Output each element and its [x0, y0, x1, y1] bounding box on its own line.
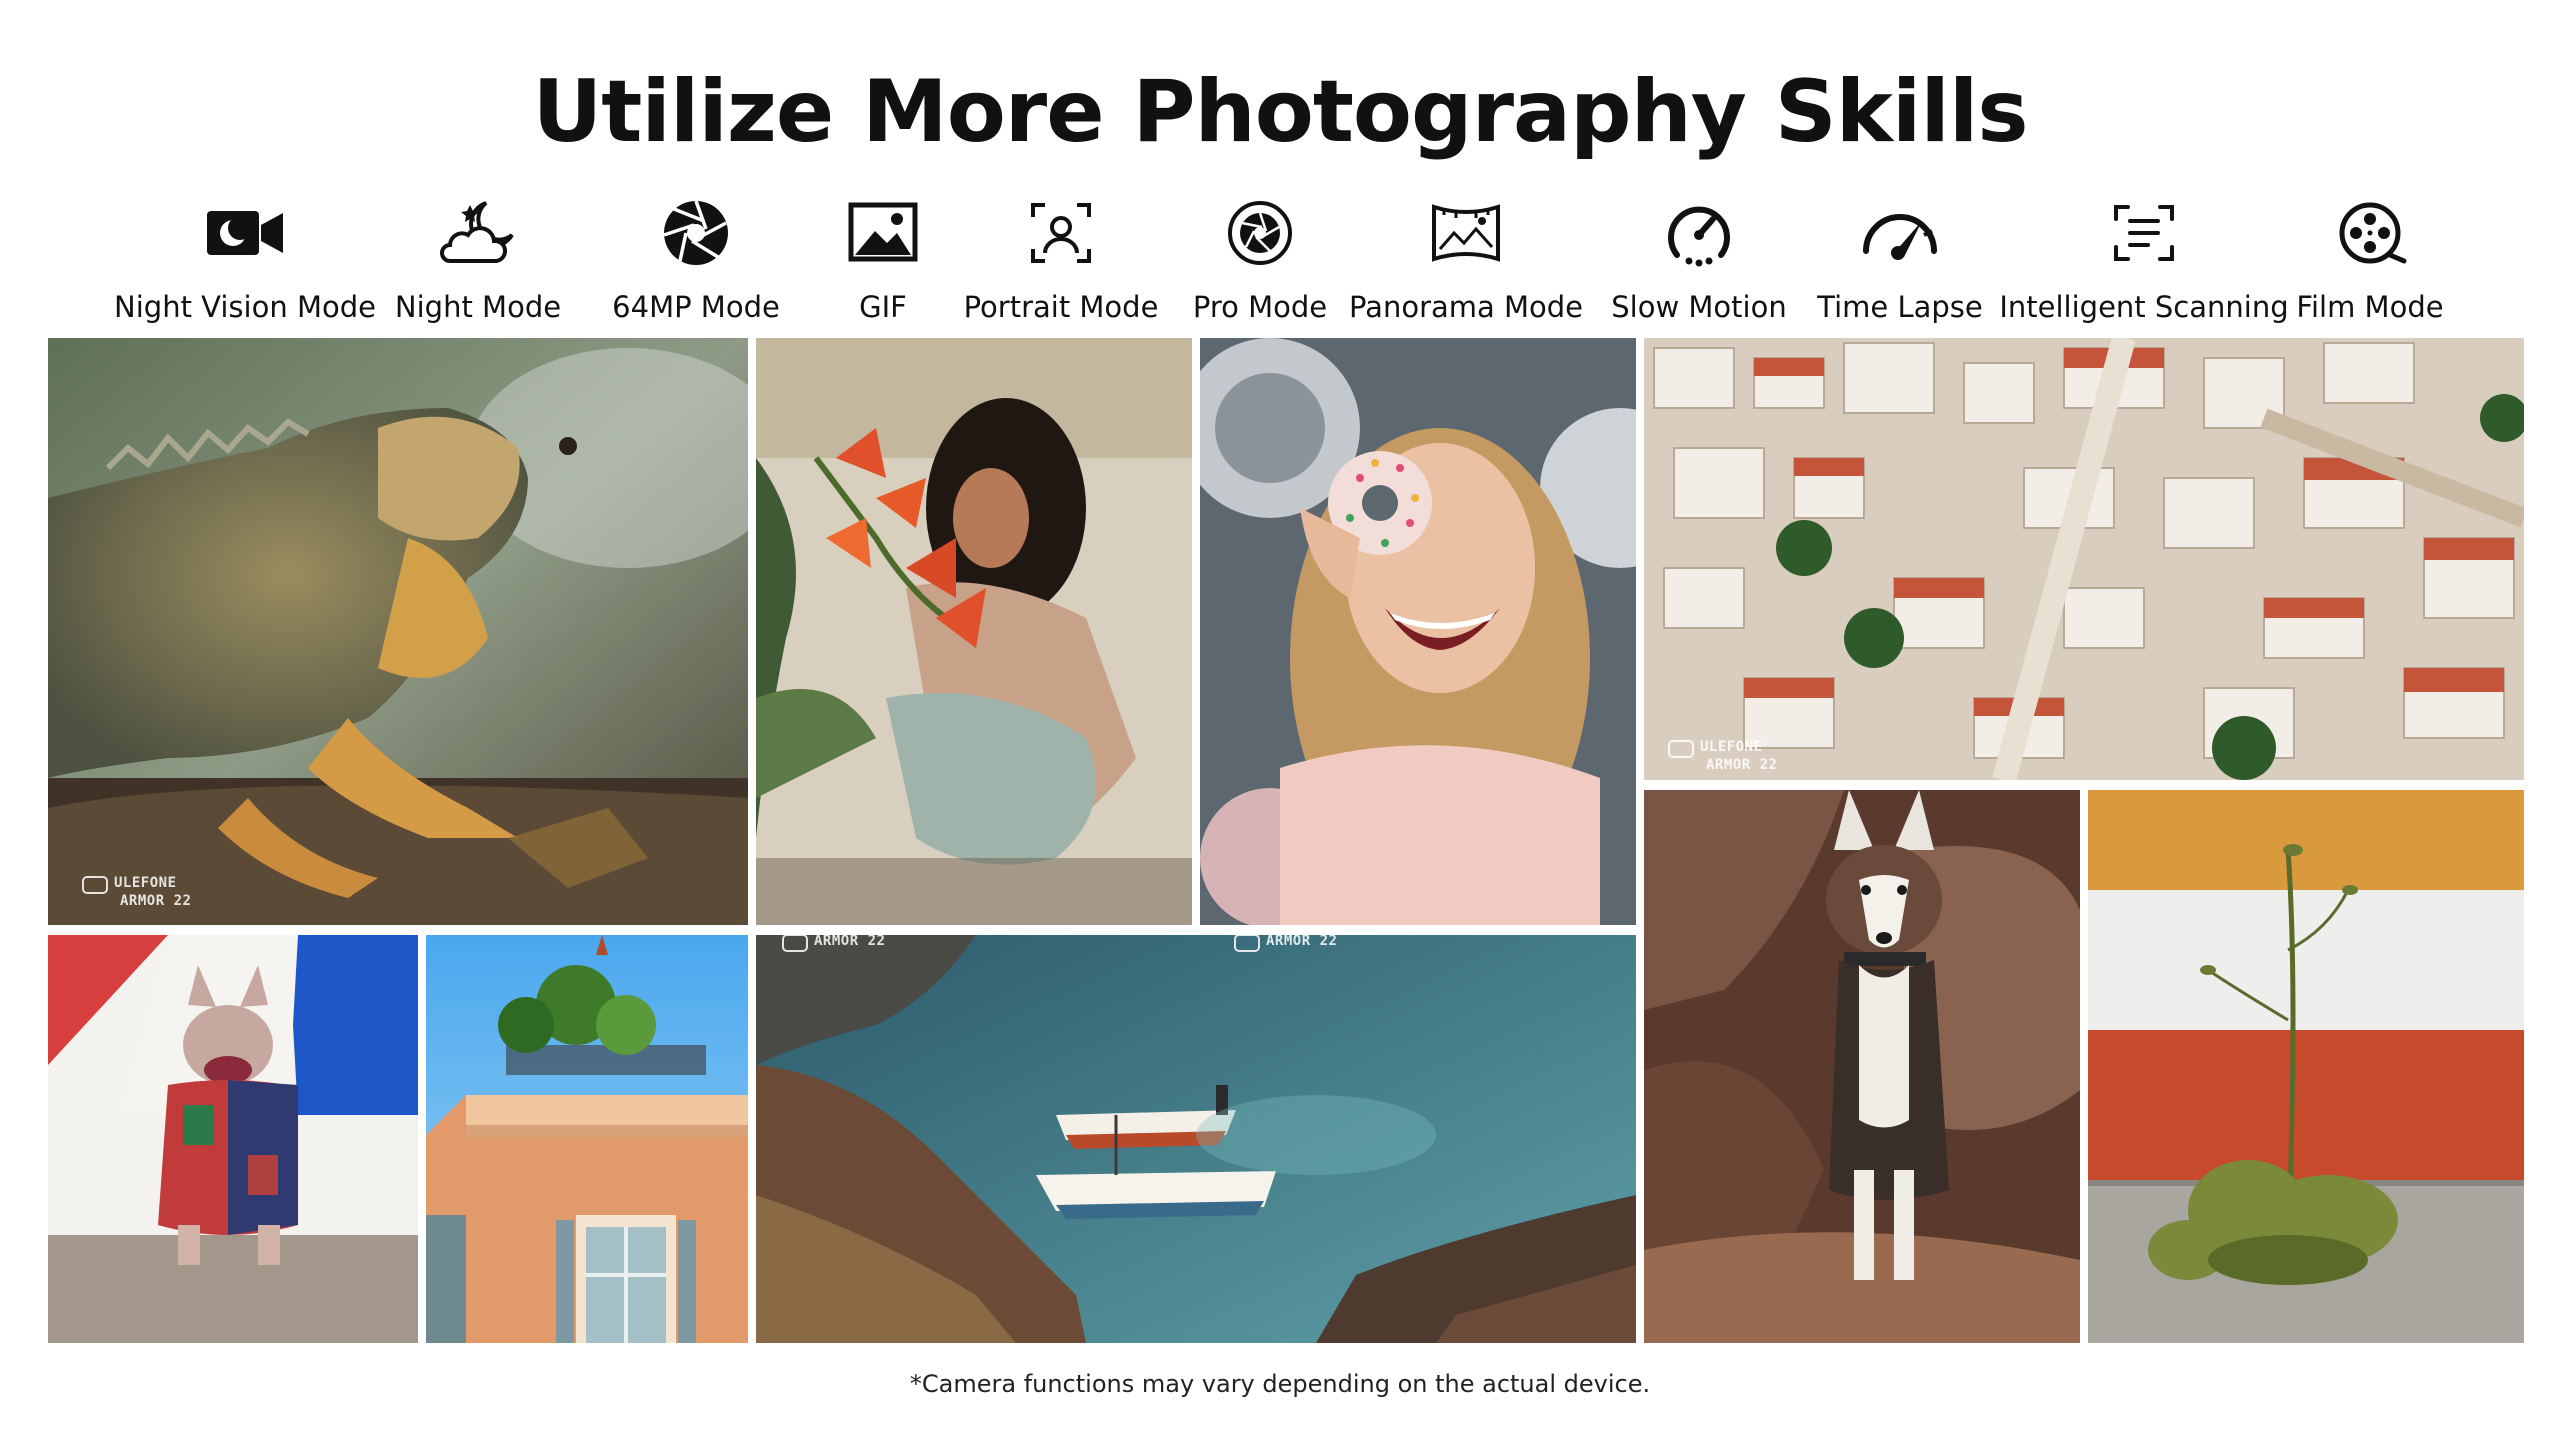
photo-iguana: ULEFONE ARMOR 22	[48, 338, 748, 925]
watermark: ULEFONE ARMOR 22	[82, 876, 191, 909]
moon-cloud-icon	[440, 201, 514, 263]
shutter-icon	[1228, 201, 1292, 265]
disclaimer-footnote: *Camera functions may vary depending on …	[909, 1370, 1651, 1398]
night-vision-camera-icon	[207, 211, 283, 255]
photo-boats-cove: ARMOR 22 ARMOR 22	[756, 935, 1636, 1343]
watermark: ULEFONE ARMOR 22	[1668, 740, 1777, 773]
watermark: ARMOR 22	[782, 935, 885, 952]
photo-building	[426, 935, 748, 1343]
aperture-icon	[663, 200, 728, 265]
photo-woman-donut	[1200, 338, 1636, 925]
scan-frame-icon	[2114, 205, 2174, 261]
slow-motion-dial-icon	[1668, 206, 1730, 267]
camera-badge-icon	[82, 876, 108, 894]
speed-gauge-icon	[1863, 214, 1937, 260]
photo-aerial-town: ULEFONE ARMOR 22	[1644, 338, 2524, 780]
panorama-icon	[1432, 204, 1500, 262]
camera-badge-icon	[1668, 740, 1694, 758]
camera-badge-icon	[782, 935, 808, 952]
photo-woman-flowers	[756, 338, 1192, 925]
film-reel-icon	[2339, 202, 2407, 264]
camera-badge-icon	[1234, 935, 1260, 952]
photo-plant-wall	[2088, 790, 2524, 1343]
mode-label: Film Mode	[2296, 290, 2444, 324]
photo-bulldog	[48, 935, 418, 1343]
photo-dog-rocks	[1644, 790, 2080, 1343]
portrait-frame-icon	[1031, 203, 1091, 263]
camera-modes-row: Night Vision Mode Night Mode 64MP Mode G…	[0, 195, 2560, 335]
page-title: Utilize More Photography Skills	[532, 62, 2028, 162]
watermark: ARMOR 22	[1234, 935, 1337, 952]
mode-film: Film Mode	[2220, 195, 2520, 325]
